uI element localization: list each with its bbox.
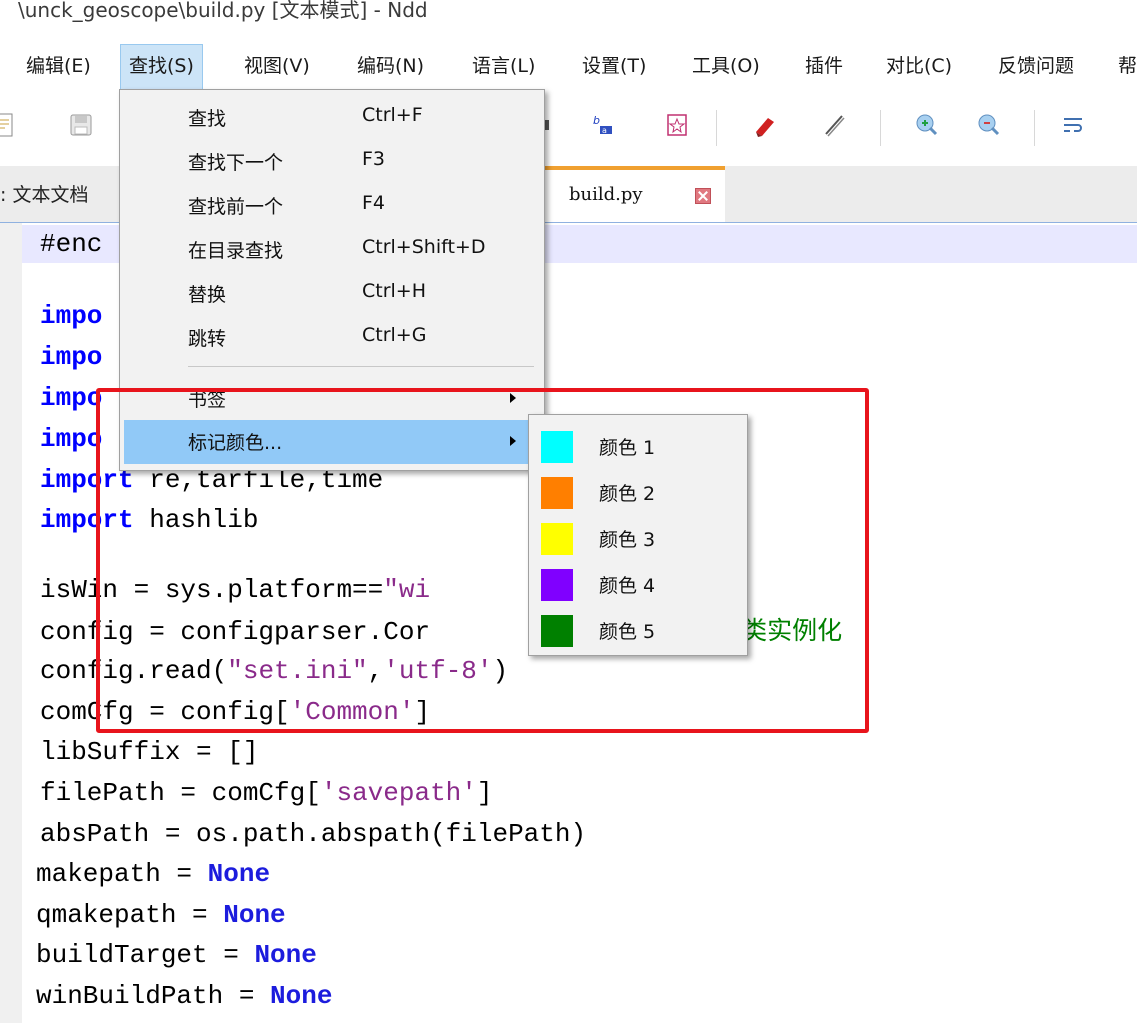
- code-line: impo: [40, 424, 102, 454]
- save-icon[interactable]: [64, 108, 98, 142]
- code-line: qmakepath = None: [36, 900, 286, 930]
- bookmark-icon[interactable]: [660, 108, 694, 142]
- code-line: absPath = os.path.abspath(filePath): [40, 819, 586, 849]
- code-token: impo: [40, 301, 103, 331]
- menu-item-shortcut: Ctrl+F: [362, 104, 423, 126]
- code-token: libSuffix = []: [40, 737, 259, 767]
- code-token: makepath =: [36, 859, 208, 889]
- menu-bar: 编辑(E) 查找(S) 视图(V) 编码(N) 语言(L) 设置(T) 工具(O…: [0, 44, 1137, 90]
- code-line: #enc: [40, 229, 102, 259]
- menu-item-label: 查找前一个: [188, 196, 284, 218]
- menu-item-shortcut: F3: [362, 148, 386, 170]
- menu-item-label: 查找: [188, 108, 227, 130]
- menu-item-label: 替换: [188, 284, 227, 306]
- svg-text:a: a: [602, 126, 607, 135]
- menu-search[interactable]: 查找(S): [120, 44, 203, 90]
- menu-compare[interactable]: 对比(C): [878, 44, 960, 88]
- menu-item-replace[interactable]: 替换 Ctrl+H: [124, 272, 540, 316]
- window-title: \unck_geoscope\build.py [文本模式] - Ndd: [18, 0, 428, 22]
- word-wrap-icon[interactable]: [1056, 108, 1090, 142]
- code-token: buildTarget =: [36, 940, 255, 970]
- menu-language[interactable]: 语言(L): [464, 44, 543, 88]
- menu-item-find-previous[interactable]: 查找前一个 F4: [124, 184, 540, 228]
- zoom-out-icon[interactable]: [972, 108, 1006, 142]
- marker-icon[interactable]: [748, 108, 782, 142]
- menu-separator: [188, 366, 534, 367]
- tab-text-document-label: 文本文档: [12, 184, 89, 206]
- code-line: winBuildPath = None: [36, 981, 332, 1011]
- code-token: #enc: [40, 229, 103, 259]
- menu-settings[interactable]: 设置(T): [574, 44, 654, 88]
- code-line: buildTarget = None: [36, 940, 317, 970]
- menu-view[interactable]: 视图(V): [236, 44, 318, 88]
- svg-text:b: b: [593, 114, 600, 127]
- toolbar-separator: [880, 110, 881, 146]
- menu-item-goto[interactable]: 跳转 Ctrl+G: [124, 316, 540, 360]
- tab-text-document[interactable]: : 文本文档: [0, 180, 88, 207]
- code-line: filePath = comCfg['savepath']: [40, 778, 493, 808]
- zoom-in-icon[interactable]: [910, 108, 944, 142]
- menu-item-find[interactable]: 查找 Ctrl+F: [124, 96, 540, 140]
- title-bar: \unck_geoscope\build.py [文本模式] - Ndd: [0, 0, 1137, 30]
- tab-build-py[interactable]: build.py: [543, 166, 725, 222]
- code-token: winBuildPath =: [36, 981, 271, 1011]
- clear-marker-icon[interactable]: [818, 108, 852, 142]
- close-tab-icon[interactable]: [695, 188, 711, 204]
- menu-item-label: 在目录查找: [188, 240, 284, 262]
- code-token: None: [207, 859, 271, 889]
- menu-item-label: 跳转: [188, 328, 227, 350]
- code-line: libSuffix = []: [40, 737, 258, 767]
- code-token: qmakepath =: [36, 900, 224, 930]
- code-token: impo: [40, 342, 103, 372]
- toolbar-separator: [716, 110, 717, 146]
- menu-item-shortcut: Ctrl+H: [362, 280, 427, 302]
- menu-help[interactable]: 帮: [1110, 44, 1137, 88]
- code-line: impo: [40, 342, 102, 372]
- code-token: ]: [476, 778, 493, 808]
- menu-item-find-next[interactable]: 查找下一个 F3: [124, 140, 540, 184]
- code-token: None: [254, 940, 317, 970]
- menu-item-find-in-directory[interactable]: 在目录查找 Ctrl+Shift+D: [124, 228, 540, 272]
- code-line: makepath = None: [36, 859, 270, 889]
- code-token: impo: [40, 424, 103, 454]
- code-line: impo: [40, 301, 102, 331]
- menu-item-label: 查找下一个: [188, 152, 284, 174]
- menu-edit[interactable]: 编辑(E): [18, 44, 99, 88]
- editor-gutter: [0, 223, 22, 1023]
- menu-tools[interactable]: 工具(O): [684, 44, 768, 88]
- toolbar-separator: [1034, 110, 1035, 146]
- menu-plugins[interactable]: 插件: [797, 44, 851, 88]
- menu-feedback[interactable]: 反馈问题: [990, 44, 1082, 88]
- code-token: 'savepath': [320, 778, 477, 808]
- code-line: impo: [40, 383, 102, 413]
- tab-build-py-label: build.py: [569, 184, 643, 205]
- menu-encoding[interactable]: 编码(N): [349, 44, 432, 88]
- code-token: absPath = os.path.abspath(filePath): [40, 819, 587, 849]
- menu-item-shortcut: F4: [362, 192, 386, 214]
- code-token: filePath = comCfg[: [40, 778, 321, 808]
- code-token: None: [223, 900, 286, 930]
- menu-item-shortcut: Ctrl+G: [362, 324, 427, 346]
- annotation-highlight-box: [96, 388, 869, 733]
- code-token: impo: [40, 383, 103, 413]
- find-replace-icon[interactable]: ba: [586, 108, 620, 142]
- code-token: None: [270, 981, 333, 1011]
- new-file-icon[interactable]: [0, 108, 20, 142]
- menu-item-shortcut: Ctrl+Shift+D: [362, 236, 486, 258]
